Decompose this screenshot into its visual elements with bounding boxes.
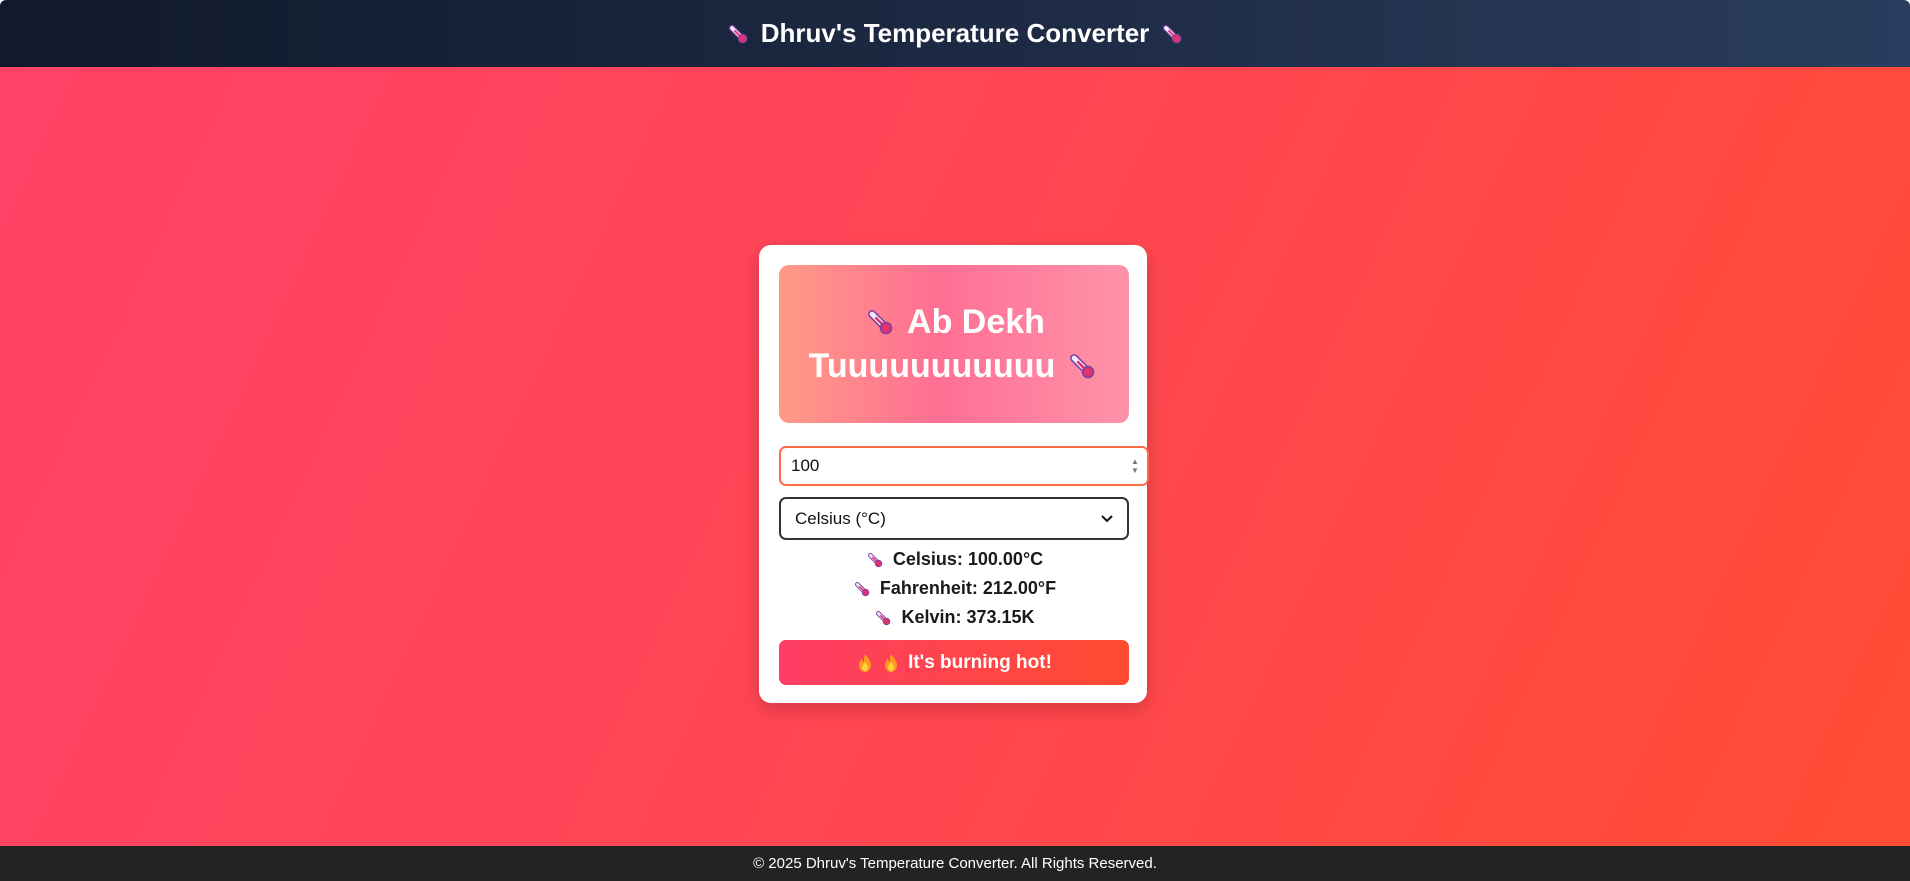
app-footer: © 2025 Dhruv's Temperature Converter. Al… — [0, 846, 1910, 881]
thermometer-icon — [728, 24, 748, 43]
result-celsius-text: Celsius: 100.00°C — [892, 549, 1044, 569]
thermometer-icon — [867, 552, 883, 567]
page-title: Dhruv's Temperature Converter — [760, 18, 1150, 48]
status-button-label: It's burning hot! — [908, 651, 1052, 673]
app-header: Dhruv's Temperature Converter — [0, 0, 1910, 67]
fire-icon — [885, 653, 898, 672]
chevron-down-icon — [1101, 514, 1113, 522]
spin-up-icon[interactable]: ▲ — [1131, 457, 1139, 466]
result-kelvin: Kelvin: 373.15K — [779, 603, 1129, 632]
result-celsius: Celsius: 100.00°C — [779, 545, 1129, 574]
spin-down-icon[interactable]: ▼ — [1131, 466, 1139, 475]
result-fahrenheit: Fahrenheit: 212.00°F — [779, 574, 1129, 603]
header-title-wrap: Dhruv's Temperature Converter — [725, 18, 1186, 49]
banner-line-1-text: Ab Dekh — [907, 303, 1045, 341]
thermometer-icon — [1163, 24, 1182, 43]
banner-line-2: Tuuuuuuuuuuu — [809, 344, 1100, 388]
result-kelvin-text: Kelvin: 373.15K — [901, 607, 1035, 627]
status-button[interactable]: It's burning hot! — [779, 640, 1129, 685]
main-area: Ab Dekh Tuuuuuuuuuuu ▲ ▼ — [0, 67, 1910, 846]
thermometer-icon — [876, 610, 891, 625]
unit-select-value: Celsius (°C) — [795, 508, 886, 528]
thermometer-icon — [1070, 354, 1095, 379]
temperature-input[interactable] — [779, 446, 1149, 486]
result-fahrenheit-text: Fahrenheit: 212.00°F — [879, 578, 1057, 598]
banner: Ab Dekh Tuuuuuuuuuuu — [779, 265, 1129, 423]
unit-select[interactable]: Celsius (°C) — [779, 497, 1129, 540]
banner-text: Ab Dekh Tuuuuuuuuuuu — [809, 300, 1100, 388]
footer-text: © 2025 Dhruv's Temperature Converter. Al… — [753, 855, 1157, 872]
thermometer-icon — [868, 310, 893, 335]
fire-icon — [859, 653, 872, 672]
results-list: Celsius: 100.00°C Fahrenheit: 212.00°F K… — [779, 545, 1129, 632]
banner-line-1: Ab Dekh — [809, 300, 1100, 344]
banner-line-2-text: Tuuuuuuuuuuu — [808, 347, 1056, 385]
thermometer-icon — [854, 581, 870, 596]
converter-card: Ab Dekh Tuuuuuuuuuuu ▲ ▼ — [759, 245, 1149, 703]
number-spinner[interactable]: ▲ ▼ — [1129, 455, 1141, 477]
